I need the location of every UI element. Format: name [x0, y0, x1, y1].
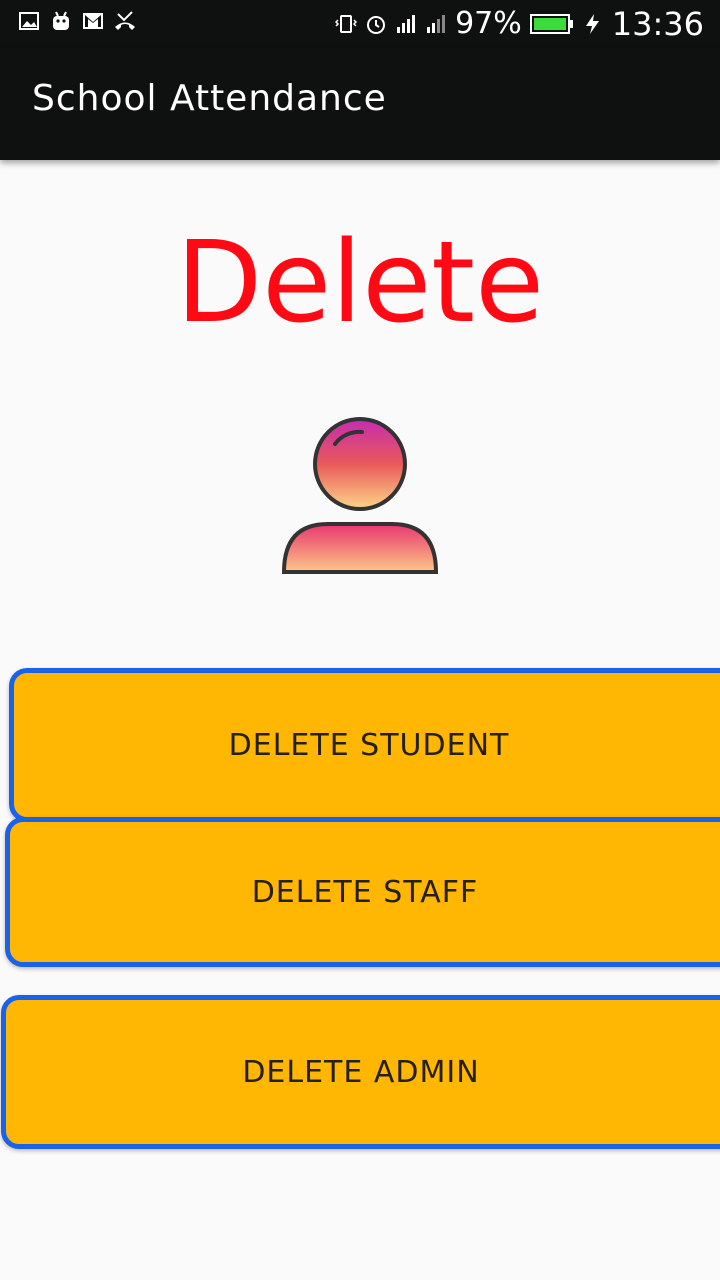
- signal-sim1-icon: [397, 15, 416, 33]
- app-bar: School Attendance: [0, 48, 720, 160]
- signal-sim2-icon: [427, 15, 446, 33]
- battery-icon: [529, 14, 573, 34]
- user-avatar-icon: [281, 417, 439, 574]
- charging-icon: [585, 14, 599, 34]
- delete-staff-label: DELETE STAFF: [251, 874, 479, 910]
- delete-student-button[interactable]: DELETE STUDENT: [9, 668, 720, 822]
- status-bar: 97% 13:36: [0, 0, 720, 48]
- gallery-icon: [19, 12, 39, 30]
- vibrate-icon: [335, 15, 358, 33]
- battery-percent: 97%: [455, 6, 522, 41]
- missed-call-icon: [115, 11, 135, 30]
- delete-student-label: DELETE STUDENT: [228, 727, 510, 763]
- delete-admin-button[interactable]: DELETE ADMIN: [1, 995, 720, 1149]
- clock: 13:36: [611, 5, 704, 43]
- delete-admin-label: DELETE ADMIN: [242, 1054, 480, 1090]
- app-title: School Attendance: [32, 78, 387, 119]
- alarm-icon: [367, 16, 386, 34]
- android-icon: [53, 11, 69, 30]
- page-title: Delete: [176, 218, 544, 348]
- delete-staff-button[interactable]: DELETE STAFF: [5, 817, 720, 967]
- gmail-icon: [83, 13, 103, 29]
